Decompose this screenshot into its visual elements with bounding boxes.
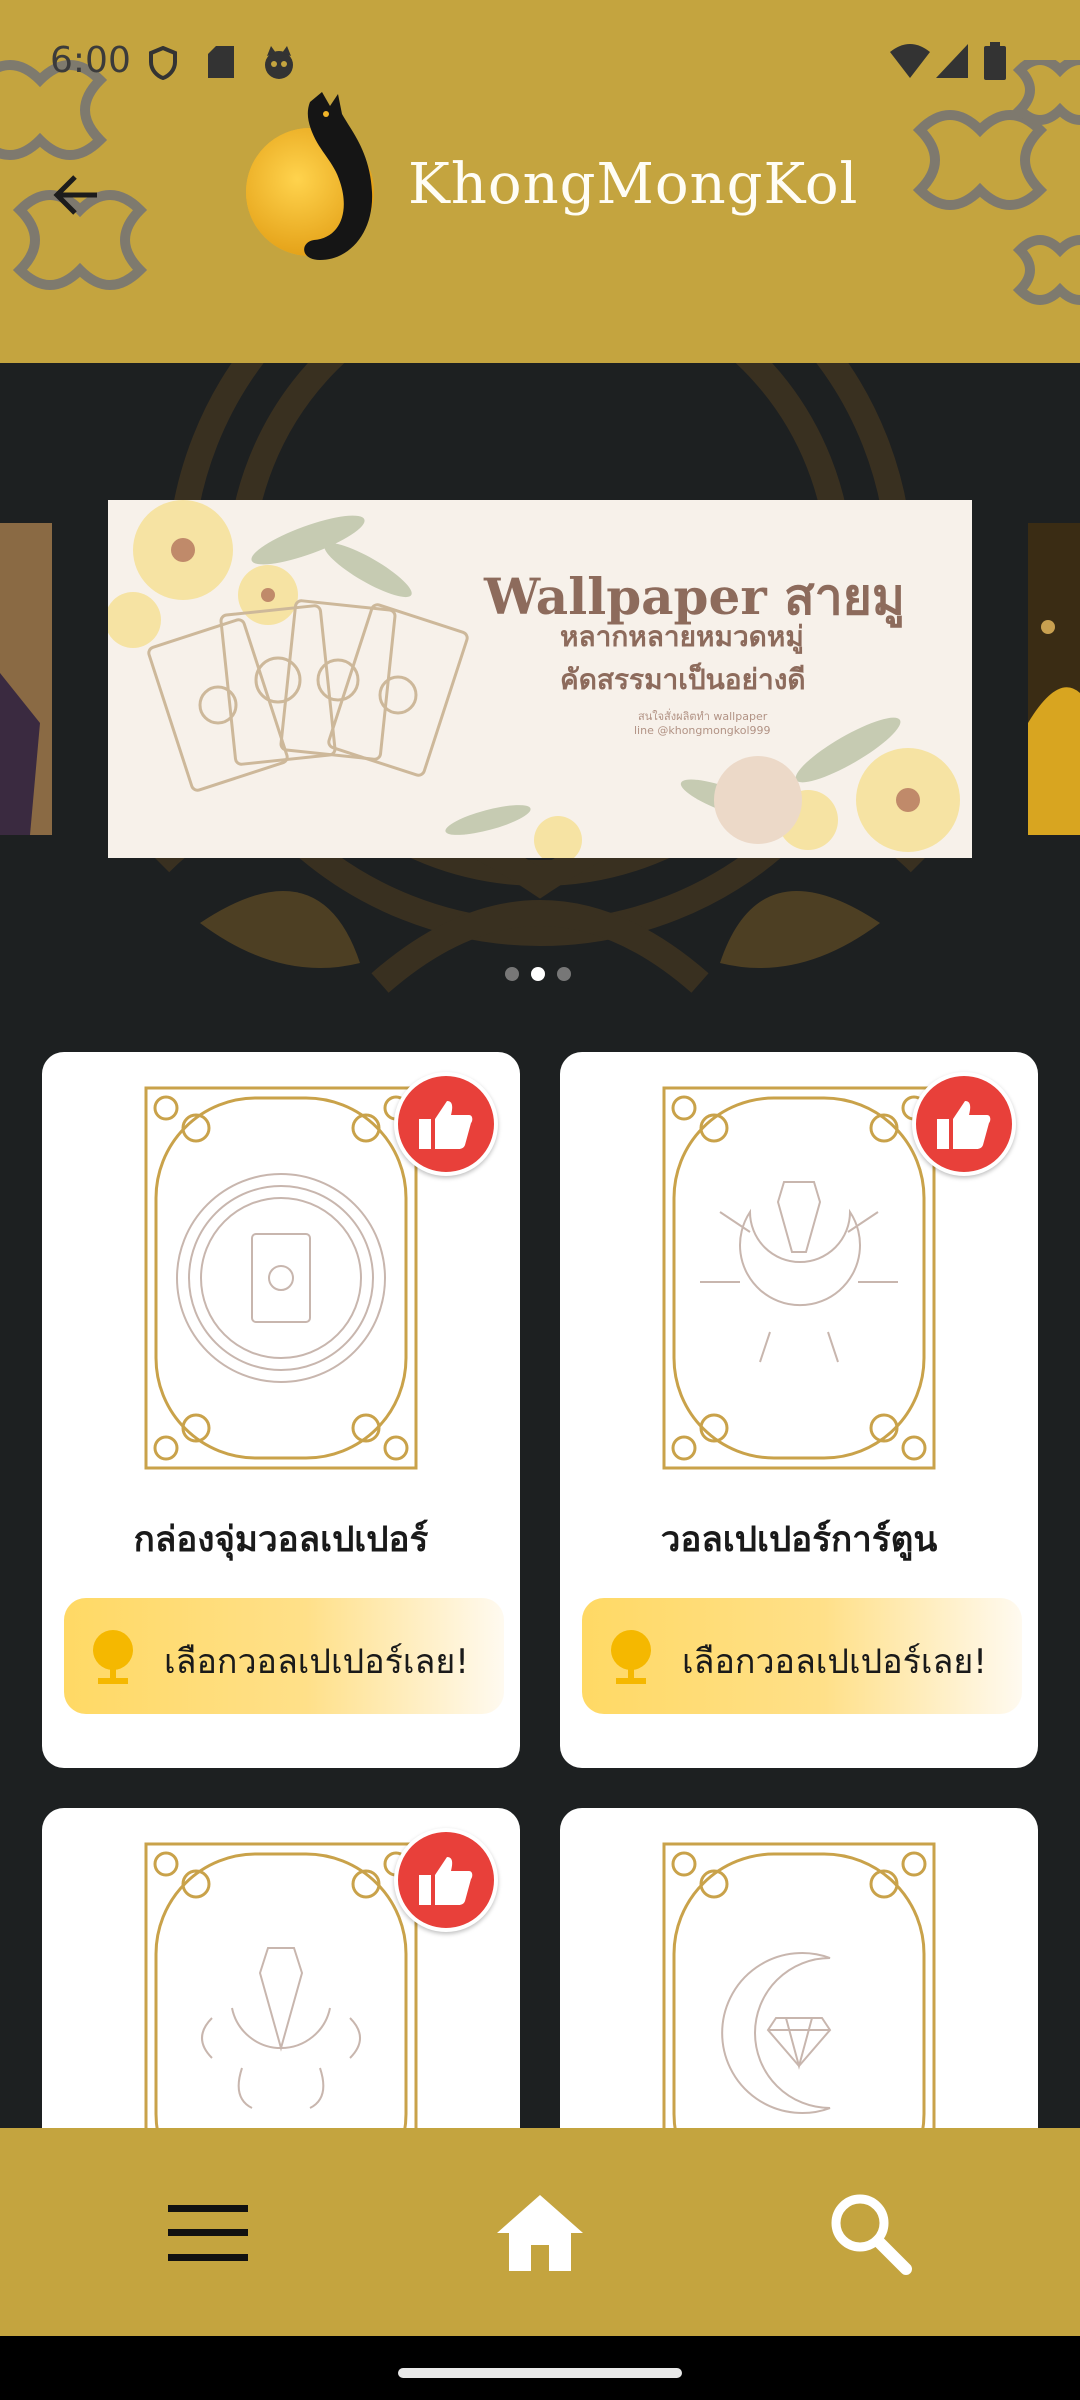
- select-wallpaper-button[interactable]: เลือกวอลเปเปอร์เลย!: [64, 1598, 504, 1714]
- banner-small-text-2: line @khongmongkol999: [634, 724, 771, 737]
- banner-prev-slide[interactable]: [0, 523, 52, 835]
- wifi-icon: [890, 44, 930, 78]
- select-wallpaper-label: เลือกวอลเปเปอร์เลย!: [164, 1642, 469, 1682]
- banner-next-slide[interactable]: [1028, 523, 1080, 835]
- select-wallpaper-button[interactable]: เลือกวอลเปเปอร์เลย!: [582, 1598, 1022, 1714]
- like-badge[interactable]: [394, 1828, 498, 1932]
- next-slide-image: [1028, 523, 1080, 835]
- prev-slide-image: [0, 523, 52, 835]
- bottom-navigation: [0, 2128, 1080, 2336]
- banner-small-text-1: สนใจสั่งผลิตทำ wallpaper: [638, 710, 768, 723]
- carousel-dot[interactable]: [557, 967, 571, 981]
- status-time: 6:00: [50, 40, 131, 81]
- search-icon: [831, 2194, 912, 2275]
- gesture-home-pill[interactable]: [398, 2368, 682, 2378]
- carousel-dot[interactable]: [505, 967, 519, 981]
- banner-slide[interactable]: Wallpaper สายมู หลากหลายหมวดหมู่ คัดสรรม…: [108, 500, 972, 858]
- nav-menu-button[interactable]: [158, 2183, 258, 2283]
- nav-home-button[interactable]: [490, 2183, 590, 2283]
- shield-icon: [149, 46, 177, 80]
- banner-flowers-image: [108, 500, 972, 858]
- cat-face-icon: [265, 46, 293, 79]
- select-wallpaper-label: เลือกวอลเปเปอร์เลย!: [682, 1642, 987, 1682]
- banner-carousel[interactable]: Wallpaper สายมู หลากหลายหมวดหมู่ คัดสรรม…: [0, 363, 1080, 1023]
- menu-icon: [168, 2205, 248, 2261]
- lightbulb-icon: [93, 1630, 133, 1684]
- like-badge[interactable]: [394, 1072, 498, 1176]
- app-header: 6:00 KhongMongKol: [0, 0, 1080, 363]
- battery-icon: [984, 42, 1006, 80]
- like-badge[interactable]: [912, 1072, 1016, 1176]
- thumbs-up-icon: [419, 1857, 473, 1905]
- card-title: วอลเปเปอร์การ์ตูน: [660, 1520, 938, 1560]
- arrow-left-icon: [53, 175, 97, 215]
- category-card[interactable]: กล่องจุ่มวอลเปเปอร์ เลือกวอลเปเปอร์เลย!: [42, 1052, 520, 1768]
- lightbulb-icon: [611, 1630, 651, 1684]
- app-logo: KhongMongKol: [240, 92, 860, 272]
- nav-search-button[interactable]: [820, 2183, 920, 2283]
- signal-icon: [936, 44, 968, 78]
- banner-subtitle-1: หลากหลายหมวดหมู่: [560, 620, 804, 653]
- black-cat-logo-icon: [246, 92, 374, 260]
- back-button[interactable]: [40, 160, 110, 230]
- card-title: กล่องจุ่มวอลเปเปอร์: [133, 1520, 429, 1560]
- carousel-indicator: [505, 967, 571, 981]
- home-icon: [497, 2195, 583, 2271]
- thumbs-up-icon: [937, 1101, 991, 1149]
- category-card[interactable]: วอลเปเปอร์การ์ตูน เลือกวอลเปเปอร์เลย!: [560, 1052, 1038, 1768]
- app-name: KhongMongKol: [408, 152, 859, 217]
- sd-card-icon: [208, 46, 234, 78]
- carousel-dot-active[interactable]: [531, 967, 545, 981]
- thumbs-up-icon: [419, 1101, 473, 1149]
- banner-subtitle-2: คัดสรรมาเป็นอย่างดี: [560, 663, 806, 696]
